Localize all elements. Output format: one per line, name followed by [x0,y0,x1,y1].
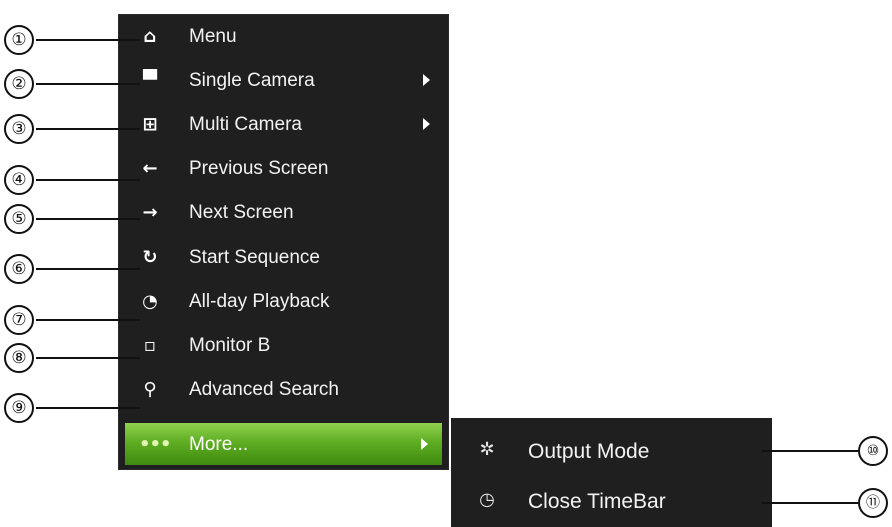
callout-line [36,357,140,359]
menu-item-label: Monitor B [189,335,271,356]
menu-item-label: Menu [189,26,237,47]
submenu-item-output-mode[interactable]: ✲ Output Mode [451,426,772,476]
output-mode-icon: ✲ [479,439,495,460]
search-icon: ⚲ [143,379,157,400]
menu-item-advanced-search[interactable]: ⚲ Advanced Search [119,368,448,412]
menu-item-label: Previous Screen [189,158,329,179]
arrow-left-icon: ← [142,158,158,179]
menu-item-multi-camera[interactable]: ⊞ Multi Camera [119,103,448,147]
callout-number: ⑦ [4,305,34,335]
menu-item-single-camera[interactable]: ▀ Single Camera [119,59,448,103]
callout-line [36,319,140,321]
monitor-icon: ▫ [143,335,157,356]
menu-item-label: Start Sequence [189,247,320,268]
callout-line [762,502,858,504]
menu-item-start-sequence[interactable]: ↻ Start Sequence [119,236,448,280]
submenu-arrow-icon [423,118,430,130]
menu-item-label: Single Camera [189,70,315,91]
callout-line [36,179,140,181]
menu-item-label: Advanced Search [189,379,339,400]
playback-icon: ◔ [142,291,158,312]
more-submenu: ✲ Output Mode ◷ Close TimeBar [451,418,772,527]
callout-number: ⑨ [4,393,34,423]
arrow-right-icon: → [142,202,158,223]
submenu-item-close-timebar[interactable]: ◷ Close TimeBar [451,476,772,526]
callout-number: ④ [4,165,34,195]
refresh-icon: ↻ [142,247,158,268]
clock-icon: ◷ [479,489,495,510]
multi-camera-icon: ⊞ [142,114,158,135]
callout-line [36,39,140,41]
submenu-arrow-icon [421,438,428,450]
submenu-arrow-icon [423,74,430,86]
callout-number: ⑤ [4,204,34,234]
callout-line [36,128,140,130]
callout-line [36,218,140,220]
callout-line [36,407,140,409]
callout-number: ② [4,69,34,99]
callout-number: ⑥ [4,254,34,284]
home-icon: ⌂ [143,26,157,47]
callout-number: ⑪ [858,488,888,518]
menu-item-previous-screen[interactable]: ← Previous Screen [119,147,448,191]
menu-item-menu[interactable]: ⌂ Menu [119,15,448,59]
callout-number: ⑧ [4,343,34,373]
callout-number: ③ [4,114,34,144]
menu-item-more[interactable]: ••• More... [125,423,442,465]
menu-item-all-day-playback[interactable]: ◔ All-day Playback [119,280,448,324]
menu-item-next-screen[interactable]: → Next Screen [119,191,448,235]
callout-number: ⑩ [858,436,888,466]
callout-line [36,268,140,270]
menu-item-label: More... [189,434,249,455]
context-menu: ⌂ Menu ▀ Single Camera ⊞ Multi Camera ← … [118,14,449,470]
callout-line [762,450,858,452]
camera-icon: ▀ [143,70,157,91]
more-icon: ••• [139,434,172,455]
menu-item-label: Multi Camera [189,114,302,135]
menu-item-label: Next Screen [189,202,294,223]
callout-line [36,83,140,85]
menu-item-monitor-b[interactable]: ▫ Monitor B [119,324,448,368]
menu-item-label: All-day Playback [189,291,330,312]
callout-number: ① [4,25,34,55]
submenu-item-label: Close TimeBar [528,490,666,513]
submenu-item-label: Output Mode [528,440,650,463]
